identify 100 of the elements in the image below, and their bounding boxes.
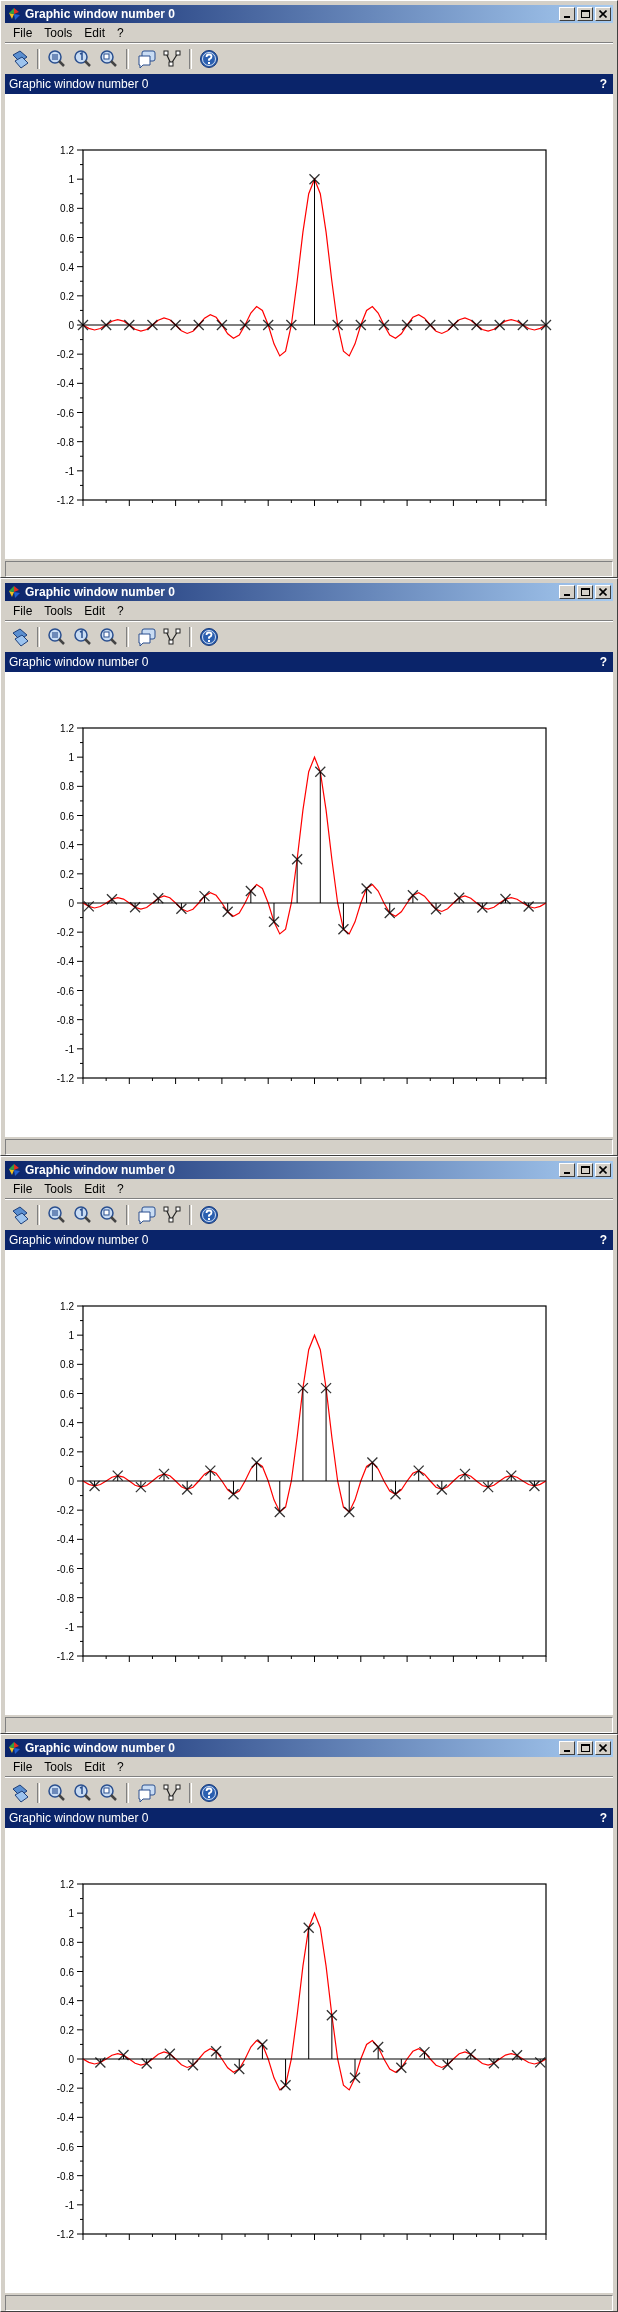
tick-label: 0.4 <box>60 839 74 851</box>
minimize-button[interactable] <box>559 1741 575 1755</box>
point <box>314 766 326 778</box>
help-button[interactable]: ? <box>597 1811 609 1825</box>
tick-label: -0.6 <box>56 1563 74 1575</box>
zoom-area-icon <box>99 1205 119 1225</box>
tick-label: 1.2 <box>60 1879 74 1890</box>
help-icon <box>199 49 219 69</box>
tick-label: 0.2 <box>60 2024 74 2036</box>
point <box>326 2009 338 2021</box>
maximize-button[interactable] <box>577 585 593 599</box>
minimize-button[interactable] <box>559 1163 575 1177</box>
tick-label: -0.6 <box>56 2141 74 2153</box>
panel-title: Graphic window number 0 <box>9 1811 149 1825</box>
speech-bubbles-icon <box>136 1205 156 1225</box>
menu-item[interactable]: File <box>7 1759 39 1774</box>
point <box>227 1488 240 1500</box>
minimize-button[interactable] <box>559 7 575 21</box>
help-button[interactable]: ? <box>597 1233 609 1247</box>
tick-label: 0.8 <box>60 203 74 215</box>
tick-label: 1.2 <box>60 723 74 734</box>
tick-label: -1.2 <box>56 495 74 506</box>
close-button[interactable] <box>595 7 611 21</box>
menu-item[interactable]: File <box>7 25 39 40</box>
menu-item[interactable]: Edit <box>78 603 112 618</box>
zoom-reset-icon <box>73 49 93 69</box>
window-title: Graphic window number 0 <box>25 585 177 599</box>
menu-item[interactable]: Tools <box>38 1181 79 1196</box>
zoom-area-icon <box>99 627 119 647</box>
menu-item[interactable]: ? <box>111 1181 130 1196</box>
tick-label: -0.8 <box>56 436 74 448</box>
maximize-icon <box>580 588 590 596</box>
menu-item[interactable]: ? <box>111 25 130 40</box>
help-button[interactable]: ? <box>597 77 609 91</box>
tick-label: -1 <box>65 2199 74 2211</box>
speech-bubbles-icon <box>136 1783 156 1803</box>
maximize-icon <box>580 10 590 18</box>
tick-label: -0.4 <box>56 2112 74 2124</box>
app-logo-icon <box>7 585 21 599</box>
tick-label: 0.2 <box>60 1446 74 1458</box>
zoom-in-icon <box>47 49 67 69</box>
tick-label: 0.8 <box>60 1937 74 1949</box>
point <box>222 906 234 918</box>
minimize-button[interactable] <box>559 585 575 599</box>
menu-item[interactable]: Edit <box>78 1181 112 1196</box>
point <box>279 2079 292 2091</box>
window-title: Graphic window number 0 <box>25 1741 177 1755</box>
app-logo-icon <box>7 1163 21 1177</box>
tick-label: 1 <box>68 1908 74 1920</box>
point <box>250 1456 263 1469</box>
tick-label: -1 <box>65 465 74 477</box>
minimize-icon <box>564 1750 570 1752</box>
rotate-icon <box>10 49 30 69</box>
menu-item[interactable]: ? <box>111 603 130 618</box>
tick-label: -0.8 <box>56 1592 74 1604</box>
point <box>303 1922 315 1934</box>
tick-label: -0.4 <box>56 956 74 968</box>
tick-label: -0.4 <box>56 1534 74 1546</box>
close-button[interactable] <box>595 1741 611 1755</box>
menu-item[interactable]: File <box>7 1181 39 1196</box>
tick-label: -0.2 <box>56 349 74 361</box>
maximize-button[interactable] <box>577 1741 593 1755</box>
minimize-icon <box>564 16 570 18</box>
tick-label: -0.2 <box>56 927 74 939</box>
point <box>360 882 373 895</box>
menu-item[interactable]: Tools <box>38 25 79 40</box>
menu-item[interactable]: Tools <box>38 603 79 618</box>
point <box>291 853 303 865</box>
close-button[interactable] <box>595 585 611 599</box>
point <box>204 1465 216 1477</box>
point <box>366 1456 379 1469</box>
menu-item[interactable]: File <box>7 603 39 618</box>
tick-label: -0.4 <box>56 378 74 390</box>
node-graph-icon <box>162 49 182 69</box>
tick-label: 0.2 <box>60 290 74 302</box>
point <box>384 907 396 919</box>
tick-label: -1.2 <box>56 1073 74 1084</box>
panel-title: Graphic window number 0 <box>9 1233 149 1247</box>
point <box>395 2062 407 2074</box>
maximize-button[interactable] <box>577 7 593 21</box>
menu-item[interactable]: Edit <box>78 1759 112 1774</box>
maximize-button[interactable] <box>577 1163 593 1177</box>
tick-label: -0.2 <box>56 2083 74 2095</box>
point <box>372 2041 384 2053</box>
menu-item[interactable]: ? <box>111 1759 130 1774</box>
point <box>268 916 280 928</box>
rotate-icon <box>10 1205 30 1225</box>
close-button[interactable] <box>595 1163 611 1177</box>
point <box>349 2072 361 2084</box>
menu-item[interactable]: Tools <box>38 1759 79 1774</box>
tick-label: 0.4 <box>60 1417 74 1429</box>
menu-item[interactable]: Edit <box>78 25 112 40</box>
minimize-icon <box>564 1172 570 1174</box>
help-button[interactable]: ? <box>597 655 609 669</box>
point <box>413 1465 425 1477</box>
close-icon <box>599 588 607 596</box>
point <box>389 1488 402 1500</box>
tick-label: -0.6 <box>56 407 74 419</box>
help-icon <box>199 1783 219 1803</box>
node-graph-icon <box>162 1783 182 1803</box>
